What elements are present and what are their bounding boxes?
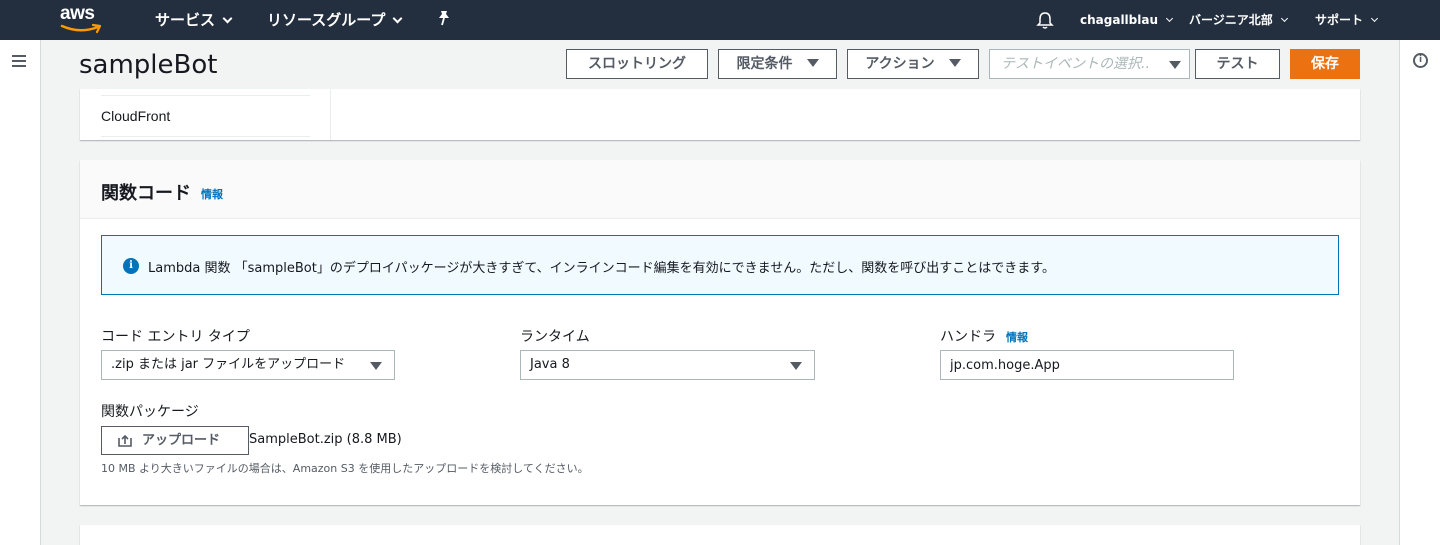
uploaded-file-name: SampleBot.zip (8.8 MB) bbox=[249, 432, 402, 447]
support-label: サポート bbox=[1315, 13, 1364, 27]
test-button[interactable]: テスト bbox=[1195, 49, 1280, 79]
next-panel-fragment bbox=[80, 525, 1360, 545]
runtime-value: Java 8 bbox=[530, 357, 570, 372]
upload-button[interactable]: アップロード bbox=[101, 426, 249, 455]
region-menu[interactable]: バージニア北部 bbox=[1189, 0, 1288, 40]
aws-logo-text: aws bbox=[60, 3, 95, 24]
top-navigation: aws サービス リソースグループ chagallblau バージニア北部 サポ… bbox=[0, 0, 1440, 40]
page-title: sampleBot bbox=[79, 50, 218, 80]
handler-label: ハンドラ bbox=[940, 329, 996, 345]
caret-down-icon bbox=[790, 362, 802, 370]
right-rail: i bbox=[1399, 40, 1440, 545]
function-code-panel: 関数コード 情報 i Lambda 関数 「sampleBot」のデプロイパッケ… bbox=[80, 160, 1360, 505]
throttle-button[interactable]: スロットリング bbox=[566, 49, 708, 79]
trigger-item-cloudfront[interactable]: CloudFront bbox=[101, 108, 170, 124]
runtime-label: ランタイム bbox=[520, 329, 590, 345]
function-package-label: 関数パッケージ bbox=[101, 404, 199, 420]
info-icon[interactable]: i bbox=[1413, 53, 1428, 68]
caret-down-icon bbox=[948, 59, 961, 67]
code-entry-select[interactable]: .zip または jar ファイルをアップロード bbox=[101, 350, 395, 380]
pin-icon[interactable] bbox=[437, 10, 451, 30]
services-label: サービス bbox=[155, 11, 216, 29]
user-menu[interactable]: chagallblau bbox=[1080, 0, 1174, 40]
save-button[interactable]: 保存 bbox=[1290, 49, 1360, 79]
info-alert: i Lambda 関数 「sampleBot」のデプロイパッケージが大きすぎて、… bbox=[101, 235, 1339, 295]
services-menu[interactable]: サービス bbox=[155, 0, 233, 40]
aws-logo[interactable]: aws bbox=[60, 4, 106, 36]
caret-down-icon bbox=[370, 362, 382, 370]
bell-icon[interactable] bbox=[1036, 11, 1054, 31]
divider bbox=[101, 95, 310, 96]
actions-label: アクション bbox=[865, 56, 935, 72]
code-entry-label: コード エントリ タイプ bbox=[101, 329, 250, 345]
panel-title: 関数コード bbox=[101, 183, 191, 204]
code-entry-value: .zip または jar ファイルをアップロード bbox=[111, 357, 346, 372]
aws-smile-icon bbox=[60, 23, 102, 34]
save-label: 保存 bbox=[1311, 56, 1339, 72]
runtime-select[interactable]: Java 8 bbox=[520, 350, 815, 380]
chevron-down-icon bbox=[222, 13, 233, 24]
bell-icon-glyph bbox=[1036, 12, 1054, 29]
chevron-down-icon bbox=[1165, 14, 1174, 23]
page-header: sampleBot スロットリング 限定条件 アクション テストイベントの選択.… bbox=[41, 40, 1399, 89]
test-event-select[interactable]: テストイベントの選択.. bbox=[989, 49, 1190, 79]
chevron-down-icon bbox=[392, 13, 403, 24]
throttle-label: スロットリング bbox=[588, 56, 686, 72]
region-label: バージニア北部 bbox=[1189, 13, 1273, 27]
upload-label: アップロード bbox=[142, 433, 221, 448]
hamburger-icon[interactable] bbox=[12, 55, 28, 68]
trigger-list: CloudFront bbox=[80, 89, 331, 140]
test-event-placeholder: テストイベントの選択.. bbox=[1001, 56, 1150, 72]
caret-down-icon bbox=[1169, 61, 1181, 69]
resource-groups-label: リソースグループ bbox=[267, 11, 386, 29]
panel-header: 関数コード 情報 bbox=[80, 160, 1360, 219]
alert-message: Lambda 関数 「sampleBot」のデプロイパッケージが大きすぎて、イン… bbox=[148, 261, 1055, 276]
designer-panel-fragment: CloudFront bbox=[80, 89, 1360, 140]
test-label: テスト bbox=[1216, 56, 1259, 72]
handler-input[interactable] bbox=[940, 350, 1234, 380]
pin-icon-glyph bbox=[439, 11, 449, 26]
qualifiers-button[interactable]: 限定条件 bbox=[718, 49, 837, 79]
upload-icon bbox=[118, 434, 132, 447]
qualifiers-label: 限定条件 bbox=[736, 56, 793, 72]
info-link[interactable]: 情報 bbox=[201, 186, 223, 202]
actions-button[interactable]: アクション bbox=[847, 49, 979, 79]
chevron-down-icon bbox=[1370, 14, 1379, 23]
left-rail bbox=[0, 40, 41, 545]
divider bbox=[101, 136, 310, 137]
chevron-down-icon bbox=[1280, 14, 1288, 23]
info-circle-icon: i bbox=[123, 258, 139, 274]
user-label: chagallblau bbox=[1080, 13, 1159, 27]
handler-info-link[interactable]: 情報 bbox=[1006, 329, 1028, 345]
upload-hint: 10 MB より大きいファイルの場合は、Amazon S3 を使用したアップロー… bbox=[101, 462, 589, 475]
resource-groups-menu[interactable]: リソースグループ bbox=[267, 0, 403, 40]
caret-down-icon bbox=[806, 59, 819, 67]
support-menu[interactable]: サポート bbox=[1315, 0, 1379, 40]
